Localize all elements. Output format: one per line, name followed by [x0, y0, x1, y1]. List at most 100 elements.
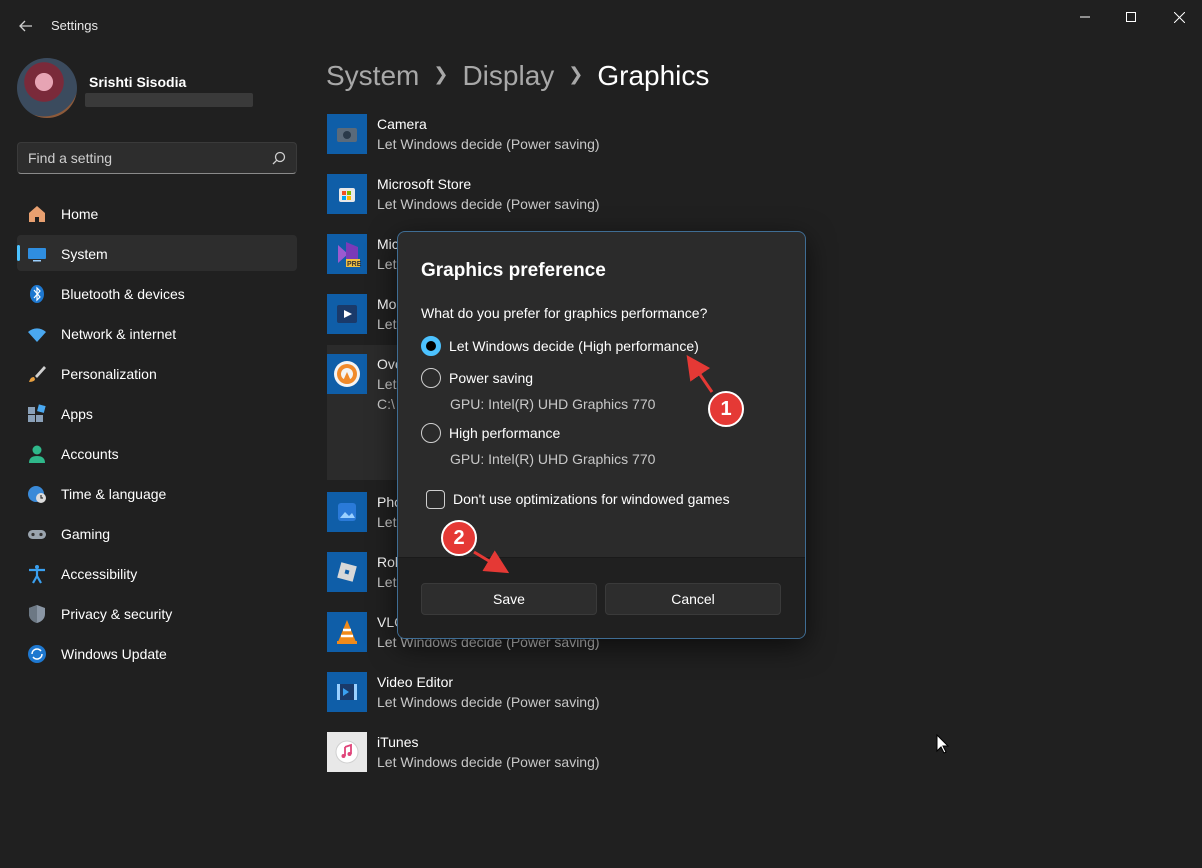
sidebar-item-home[interactable]: Home: [17, 195, 297, 231]
user-name: Srishti Sisodia: [89, 74, 187, 90]
breadcrumb: System ❯ Display ❯ Graphics: [326, 60, 709, 92]
app-name: iTunes: [377, 734, 419, 750]
camera-app-icon: [327, 114, 367, 154]
app-preference: Let: [377, 376, 397, 392]
brush-icon: [29, 366, 46, 382]
shield-icon: [29, 605, 45, 623]
sidebar-item-label: Network & internet: [61, 326, 177, 342]
maximize-button[interactable]: [1108, 0, 1154, 34]
apps-icon: [28, 404, 46, 422]
maximize-icon: [1126, 12, 1136, 22]
graphics-preference-dialog: Graphics preference What do you prefer f…: [397, 231, 806, 639]
app-preference: Let Windows decide (Power saving): [377, 754, 600, 770]
radio-high-performance[interactable]: [421, 423, 441, 443]
user-email-redacted: [85, 93, 253, 107]
accessibility-icon: [29, 565, 45, 584]
sidebar-item-gaming[interactable]: Gaming: [17, 515, 297, 551]
minimize-button[interactable]: [1062, 0, 1108, 34]
app-preference: Let Windows decide (Power saving): [377, 694, 600, 710]
annotation-badge-2: 2: [441, 520, 477, 556]
app-name: Mo: [377, 296, 397, 312]
sidebar-nav: Home System Bluetooth & devices Network …: [17, 195, 297, 675]
vlc-icon: [327, 612, 367, 652]
sidebar-item-personalization[interactable]: Personalization: [17, 355, 297, 391]
search-icon: [272, 151, 286, 165]
sidebar-item-label: Accessibility: [61, 566, 138, 582]
globe-clock-icon: [28, 486, 46, 503]
chevron-right-icon: ❯: [568, 63, 584, 84]
breadcrumb-display[interactable]: Display: [462, 60, 554, 92]
breadcrumb-system[interactable]: System: [326, 60, 419, 92]
movies-tv-icon: [327, 294, 367, 334]
app-preference: Let: [377, 574, 397, 590]
sidebar-item-network[interactable]: Network & internet: [17, 315, 297, 351]
app-path: C:\: [377, 396, 395, 412]
app-title: Settings: [51, 18, 98, 33]
svg-text:PRE: PRE: [347, 261, 362, 268]
sidebar-item-label: System: [61, 246, 108, 262]
sidebar-item-label: Gaming: [61, 526, 111, 542]
wifi-icon: [28, 328, 46, 342]
update-icon: [28, 645, 46, 663]
sidebar-item-windows-update[interactable]: Windows Update: [17, 635, 297, 671]
radio-label[interactable]: Power saving: [449, 370, 533, 386]
sidebar-item-label: Personalization: [61, 366, 157, 382]
back-arrow-icon: [19, 20, 32, 32]
app-name: Video Editor: [377, 674, 454, 690]
back-button[interactable]: [12, 12, 40, 40]
close-icon: [1173, 11, 1185, 23]
sidebar-item-system[interactable]: System: [17, 235, 297, 271]
sidebar-item-privacy[interactable]: Privacy & security: [17, 595, 297, 631]
sidebar-item-time-language[interactable]: Time & language: [17, 475, 297, 511]
app-preference: Let: [377, 256, 397, 272]
sidebar-item-accessibility[interactable]: Accessibility: [17, 555, 297, 591]
chevron-right-icon: ❯: [433, 63, 449, 84]
sidebar-item-label: Privacy & security: [61, 606, 173, 622]
close-button[interactable]: [1156, 0, 1202, 34]
dialog-question: What do you prefer for graphics performa…: [421, 305, 708, 321]
sidebar-item-label: Apps: [61, 406, 93, 422]
annotation-badge-1: 1: [708, 391, 744, 427]
home-icon: [29, 206, 45, 222]
visual-studio-preview-icon: PRE: [327, 234, 367, 274]
radio-power-saving[interactable]: [421, 368, 441, 388]
windowed-optimizations-checkbox[interactable]: [426, 490, 445, 509]
photos-icon: [327, 492, 367, 532]
app-preference: Let Windows decide (Power saving): [377, 196, 600, 212]
sidebar-item-apps[interactable]: Apps: [17, 395, 297, 431]
video-editor-icon: [327, 672, 367, 712]
search-input[interactable]: [28, 150, 258, 166]
bluetooth-icon: [30, 285, 44, 303]
gpu-label: GPU: Intel(R) UHD Graphics 770: [450, 451, 656, 467]
app-preference: Let: [377, 316, 397, 332]
radio-label[interactable]: High performance: [449, 425, 560, 441]
dialog-footer: Save Cancel: [398, 557, 805, 638]
system-icon: [28, 248, 46, 262]
itunes-icon: [327, 732, 367, 772]
radio-let-windows-decide[interactable]: [421, 336, 441, 356]
checkbox-label[interactable]: Don't use optimizations for windowed gam…: [453, 491, 730, 507]
sidebar-item-bluetooth[interactable]: Bluetooth & devices: [17, 275, 297, 311]
person-icon: [29, 445, 45, 463]
microsoft-store-icon: [327, 174, 367, 214]
app-name: Microsoft Store: [377, 176, 472, 192]
gamepad-icon: [28, 530, 46, 539]
overwatch-icon: [327, 354, 367, 394]
sidebar-item-label: Bluetooth & devices: [61, 286, 185, 302]
sidebar-item-label: Windows Update: [61, 646, 167, 662]
radio-label[interactable]: Let Windows decide (High performance): [449, 338, 699, 354]
save-button[interactable]: Save: [421, 583, 597, 615]
title-bar: Settings: [0, 0, 1202, 50]
cancel-button[interactable]: Cancel: [605, 583, 781, 615]
app-name: Camera: [377, 116, 427, 132]
sidebar-item-label: Time & language: [61, 486, 167, 502]
sidebar-item-accounts[interactable]: Accounts: [17, 435, 297, 471]
avatar: [17, 58, 77, 118]
gpu-label: GPU: Intel(R) UHD Graphics 770: [450, 396, 656, 412]
search-box[interactable]: [17, 142, 297, 174]
app-preference: Let Windows decide (Power saving): [377, 136, 600, 152]
app-name: Mic: [377, 236, 399, 252]
page-title: Graphics: [597, 60, 710, 91]
sidebar-item-label: Accounts: [61, 446, 119, 462]
minimize-icon: [1080, 16, 1090, 18]
